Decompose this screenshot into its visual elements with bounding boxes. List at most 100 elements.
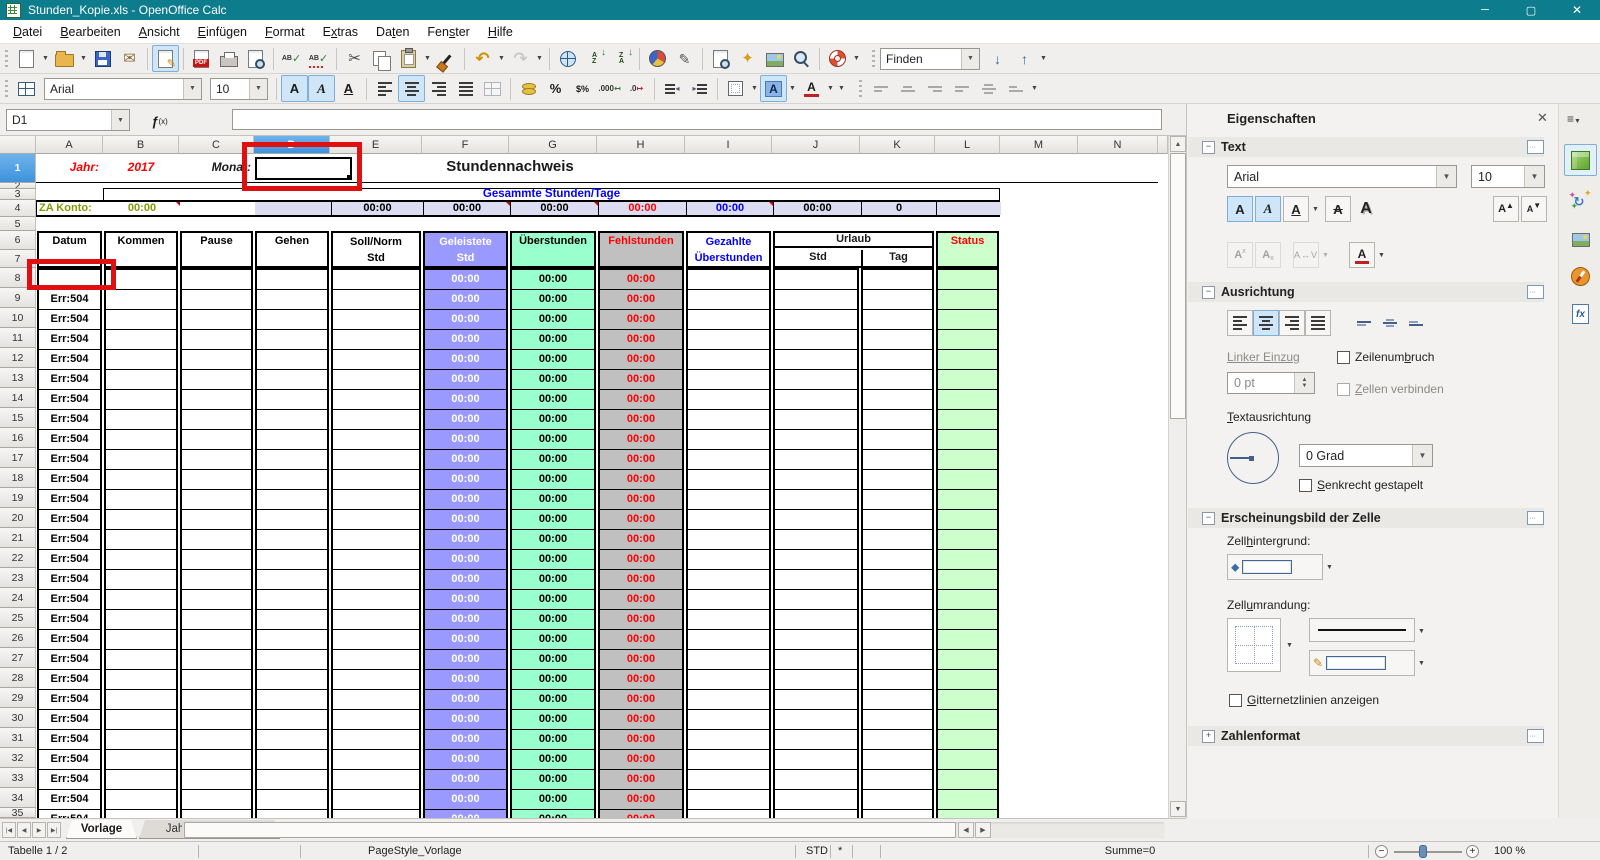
zoom-out-icon[interactable]: − xyxy=(1375,845,1388,858)
cell-D23[interactable] xyxy=(257,570,327,590)
sidebar-tab-gallery[interactable] xyxy=(1564,222,1597,254)
cell-K21[interactable] xyxy=(863,530,932,550)
cell-A33[interactable]: Err:504 xyxy=(39,770,100,790)
new-document-button[interactable] xyxy=(13,45,40,72)
menu-item-daten[interactable]: Daten xyxy=(367,22,418,42)
font-color-button[interactable]: A xyxy=(798,75,825,102)
border-line-style-button[interactable] xyxy=(1309,618,1415,642)
cell-A34[interactable]: Err:504 xyxy=(39,790,100,810)
cell-I17[interactable] xyxy=(688,450,769,470)
cell-C18[interactable] xyxy=(182,470,251,490)
cell-I19[interactable] xyxy=(688,490,769,510)
sidebar-tab-styles[interactable]: ↻✦✦✦ xyxy=(1564,184,1597,216)
cell-G11[interactable]: 00:00 xyxy=(512,330,594,350)
cell-A29[interactable]: Err:504 xyxy=(39,690,100,710)
cell-H17[interactable]: 00:00 xyxy=(600,450,682,470)
row-header-6[interactable]: 6 xyxy=(0,231,36,250)
cell-C31[interactable] xyxy=(182,730,251,750)
cell-A21[interactable]: Err:504 xyxy=(39,530,100,550)
row-header-16[interactable]: 16 xyxy=(0,428,36,448)
cell-D8[interactable] xyxy=(257,270,327,290)
toolbar-grip[interactable] xyxy=(3,78,10,100)
cell-H9[interactable]: 00:00 xyxy=(600,290,682,310)
cell-J21[interactable] xyxy=(775,530,857,550)
menu-item-datei[interactable]: Datei xyxy=(4,22,51,42)
cell-G20[interactable]: 00:00 xyxy=(512,510,594,530)
cell-L29[interactable] xyxy=(938,690,997,710)
font-size-combo[interactable]: 10▼ xyxy=(210,78,268,100)
row-header-32[interactable]: 32 xyxy=(0,748,36,768)
cell-F25[interactable]: 00:00 xyxy=(425,610,506,630)
cell-I14[interactable] xyxy=(688,390,769,410)
cell-E25[interactable] xyxy=(333,610,419,630)
format-paintbrush-button[interactable] xyxy=(433,45,460,72)
cell-L14[interactable] xyxy=(938,390,997,410)
border-line-color-button[interactable]: ✎ xyxy=(1309,650,1415,676)
vertically-stacked-checkbox[interactable] xyxy=(1299,479,1312,492)
cell-F35[interactable]: 00:00 xyxy=(425,810,506,818)
subscript-button[interactable]: Ax xyxy=(1255,242,1281,268)
cell-G26[interactable]: 00:00 xyxy=(512,630,594,650)
cell-E13[interactable] xyxy=(333,370,419,390)
cell-J18[interactable] xyxy=(775,470,857,490)
cell-E22[interactable] xyxy=(333,550,419,570)
orientation-degrees-combo[interactable]: 0 Grad ▼ xyxy=(1299,444,1433,467)
cell-K31[interactable] xyxy=(863,730,932,750)
table-header-G[interactable]: Überstunden xyxy=(510,231,596,268)
cell-K30[interactable] xyxy=(863,710,932,730)
cell-C11[interactable] xyxy=(182,330,251,350)
cell-K16[interactable] xyxy=(863,430,932,450)
cell-C8[interactable] xyxy=(182,270,251,290)
toolbar-overflow-icon[interactable]: ▼ xyxy=(836,76,847,101)
cell-L26[interactable] xyxy=(938,630,997,650)
cell-B27[interactable] xyxy=(106,650,176,670)
cell-background-color-button[interactable]: ⬥ xyxy=(1227,554,1323,580)
cell-I8[interactable] xyxy=(688,270,769,290)
cell-I24[interactable] xyxy=(688,590,769,610)
cell-E15[interactable] xyxy=(333,410,419,430)
cell-E33[interactable] xyxy=(333,770,419,790)
cell-H13[interactable]: 00:00 xyxy=(600,370,682,390)
cell-H30[interactable]: 00:00 xyxy=(600,710,682,730)
align-left-button[interactable] xyxy=(1227,310,1253,336)
row-header-13[interactable]: 13 xyxy=(0,368,36,388)
sidebar-tab-properties[interactable] xyxy=(1564,144,1597,176)
cell-D30[interactable] xyxy=(257,710,327,730)
table-header-E[interactable]: Soll/NormStd xyxy=(331,231,421,268)
cell-H15[interactable]: 00:00 xyxy=(600,410,682,430)
section-cell-appearance-header[interactable]: − Erscheinungsbild der Zelle xyxy=(1188,508,1544,528)
cell-C23[interactable] xyxy=(182,570,251,590)
sum-display[interactable]: Summe=0 xyxy=(930,842,1330,860)
cell-C12[interactable] xyxy=(182,350,251,370)
sort-ascending-button[interactable]: AZ↓ xyxy=(581,45,608,72)
export-pdf-button[interactable]: PDF xyxy=(188,45,215,72)
vertical-scrollbar-thumb[interactable] xyxy=(1170,153,1186,419)
align-bottom-button[interactable] xyxy=(1002,75,1029,102)
previous-sheet-icon[interactable]: ◀ xyxy=(17,822,31,838)
cell-D11[interactable] xyxy=(257,330,327,350)
row-header-30[interactable]: 30 xyxy=(0,708,36,728)
cell-L20[interactable] xyxy=(938,510,997,530)
merge-cells-checkbox[interactable] xyxy=(1337,383,1350,396)
row-header-12[interactable]: 12 xyxy=(0,348,36,368)
cell-G35[interactable]: 00:00 xyxy=(512,810,594,818)
cell-F19[interactable]: 00:00 xyxy=(425,490,506,510)
sidebar-menu-icon[interactable]: ≡▼ xyxy=(1567,112,1581,126)
cell-I29[interactable] xyxy=(688,690,769,710)
cell-D29[interactable] xyxy=(257,690,327,710)
cell-L21[interactable] xyxy=(938,530,997,550)
cell-A13[interactable]: Err:504 xyxy=(39,370,100,390)
cell-A4[interactable]: ZA Konto: xyxy=(39,202,92,215)
cell-C16[interactable] xyxy=(182,430,251,450)
row-header-21[interactable]: 21 xyxy=(0,528,36,548)
table-header-L[interactable]: Status xyxy=(936,231,999,268)
row-header-10[interactable]: 10 xyxy=(0,308,36,328)
cell-J8[interactable] xyxy=(775,270,857,290)
cell-A28[interactable]: Err:504 xyxy=(39,670,100,690)
undo-dropdown-icon[interactable]: ▼ xyxy=(496,46,507,71)
column-header-J[interactable]: J xyxy=(772,136,860,154)
row-header-24[interactable]: 24 xyxy=(0,588,36,608)
italic-button[interactable]: A xyxy=(308,75,335,102)
page-preview-button[interactable] xyxy=(242,45,269,72)
cell-C13[interactable] xyxy=(182,370,251,390)
